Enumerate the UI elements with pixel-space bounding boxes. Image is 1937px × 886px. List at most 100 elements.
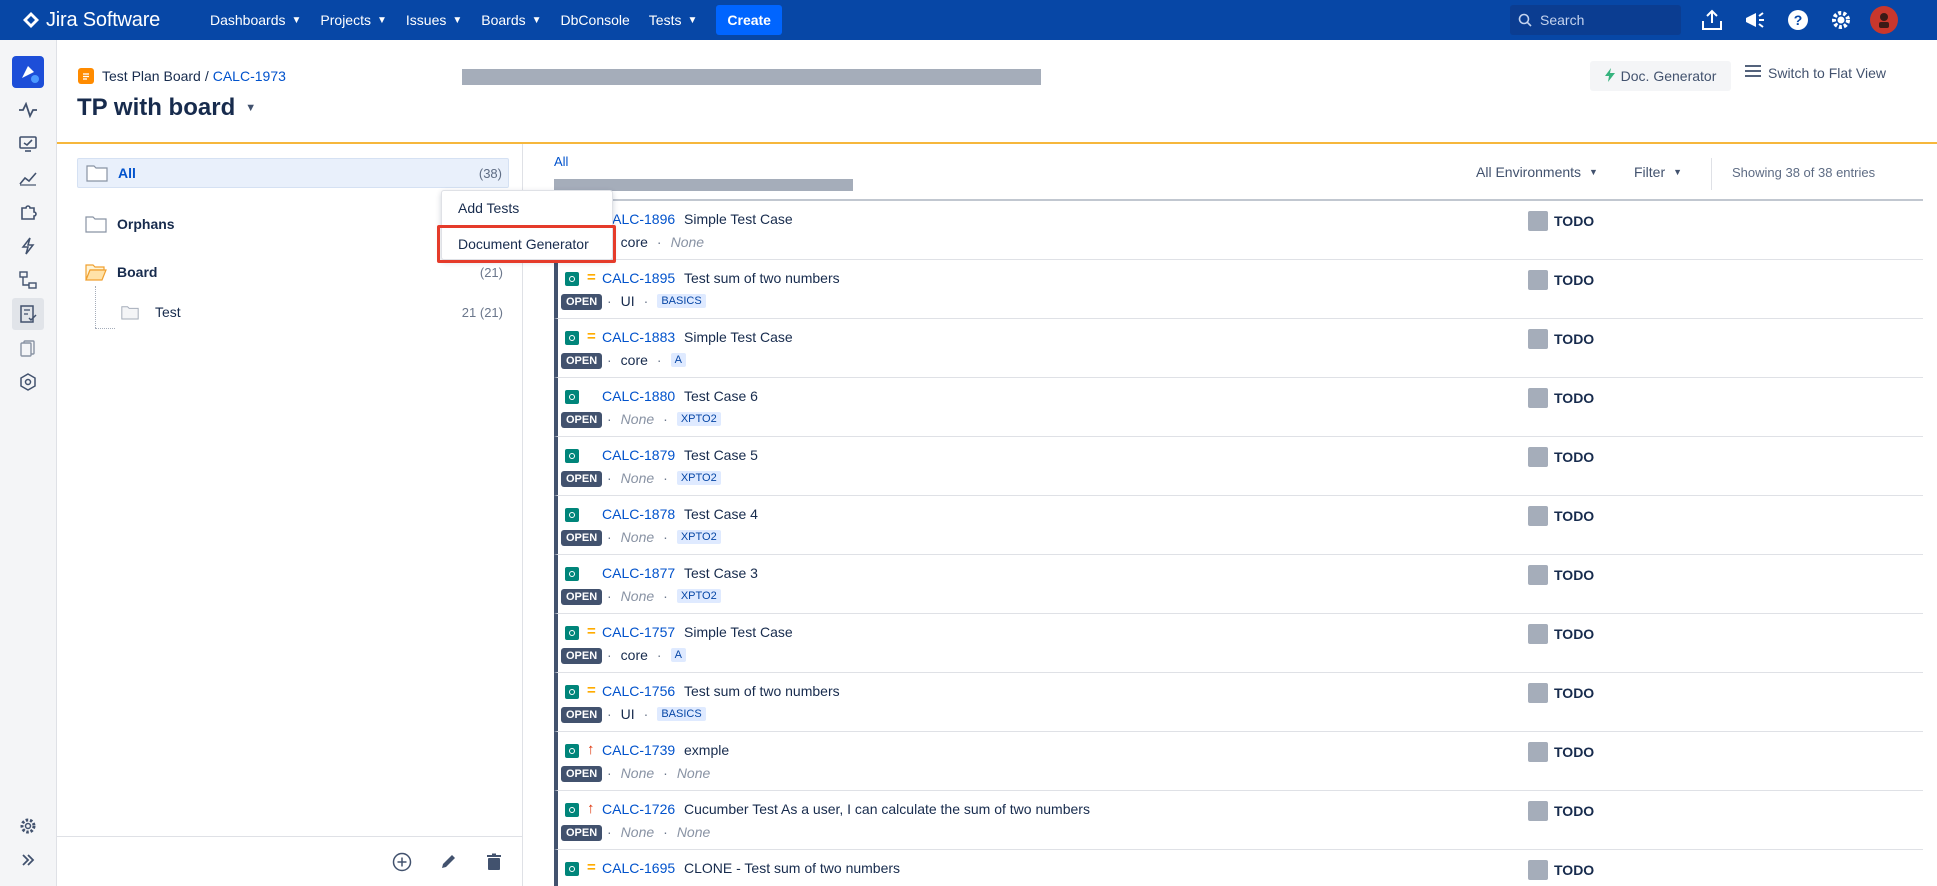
test-row[interactable]: CALC-1896Simple Test Case·core·NoneTODO: [554, 201, 1923, 260]
reports-chart-icon[interactable]: [12, 162, 44, 194]
scrollbar[interactable]: [1923, 144, 1937, 886]
test-row[interactable]: = CALC-1883 Simple Test Case OPEN · core · A TOD…: [554, 319, 1923, 378]
filter-dropdown[interactable]: Filter ▼: [1634, 164, 1682, 180]
title-dropdown-caret-icon[interactable]: ▼: [245, 102, 256, 114]
test-key[interactable]: CALC-1695: [602, 860, 675, 876]
test-key[interactable]: CALC-1756: [602, 683, 675, 699]
separator-dot: ·: [607, 824, 612, 840]
test-result-label: TODO: [1554, 567, 1595, 583]
entries-count: Showing 38 of 38 entries: [1732, 165, 1876, 180]
switch-flat-view-button[interactable]: Switch to Flat View: [1745, 64, 1886, 81]
edit-pencil-icon[interactable]: [437, 851, 459, 873]
test-key[interactable]: CALC-1757: [602, 624, 675, 640]
upload-icon[interactable]: [1698, 6, 1726, 34]
search-input[interactable]: Search: [1510, 5, 1681, 35]
page-title[interactable]: TP with board ▼: [77, 94, 256, 122]
create-button[interactable]: Create: [716, 5, 782, 35]
test-result-label: TODO: [1554, 508, 1595, 524]
test-row[interactable]: = CALC-1756 Test sum of two numbers OPEN · UI…: [554, 673, 1923, 732]
priority-medium-icon: =: [587, 623, 596, 640]
project-settings-gear-icon[interactable]: [12, 810, 44, 842]
test-row[interactable]: ↑ CALC-1726 Cucumber Test As a user, I can…: [554, 791, 1923, 850]
nav-tests[interactable]: Tests ▼: [649, 12, 698, 28]
test-key[interactable]: CALC-1880: [602, 388, 675, 404]
settings-gear-icon[interactable]: [1827, 6, 1855, 34]
test-plan-board-icon[interactable]: [12, 298, 44, 330]
add-folder-icon[interactable]: [391, 851, 413, 873]
test-row[interactable]: CALC-1879 Test Case 5 OPEN · None · XPTO2 TODO: [554, 437, 1923, 496]
nav-dashboards[interactable]: Dashboards ▼: [210, 12, 301, 28]
documents-stack-icon[interactable]: [12, 332, 44, 364]
separator-dot: ·: [607, 588, 612, 604]
components-puzzle-icon[interactable]: [12, 196, 44, 228]
nav-projects[interactable]: Projects ▼: [320, 12, 386, 28]
test-meta: · None · XPTO2: [607, 470, 721, 486]
apps-hexagon-icon[interactable]: [12, 366, 44, 398]
separator-dot: ·: [607, 765, 612, 781]
delete-trash-icon[interactable]: [483, 851, 505, 873]
primary-menu: Dashboards ▼ Projects ▼ Issues ▼ Boards ▼ Db…: [210, 5, 801, 35]
test-component: None: [620, 588, 655, 604]
chevron-down-icon: ▼: [1673, 167, 1683, 177]
activity-pulse-icon[interactable]: [12, 94, 44, 126]
breadcrumb-issue-key[interactable]: CALC-1973: [213, 68, 286, 84]
tab-all[interactable]: All: [554, 154, 568, 169]
nav-issues[interactable]: Issues ▼: [406, 12, 462, 28]
separator-dot: ·: [607, 647, 612, 663]
test-key[interactable]: CALC-1739: [602, 742, 675, 758]
test-component: UI: [620, 706, 635, 722]
jira-logo[interactable]: Jira Software: [20, 9, 210, 32]
nav-tests-label: Tests: [648, 12, 682, 28]
doc-generator-button[interactable]: Doc. Generator: [1590, 61, 1731, 91]
releases-lightning-icon[interactable]: [12, 230, 44, 262]
status-badge: OPEN: [561, 766, 603, 782]
test-row[interactable]: = CALC-1695 CLONE - Test sum of two number…: [554, 850, 1923, 886]
test-key[interactable]: CALC-1883: [602, 329, 675, 345]
test-key[interactable]: CALC-1878: [602, 506, 675, 522]
test-meta: · None · None: [607, 824, 710, 840]
test-result-label: TODO: [1554, 685, 1595, 701]
app-root: Jira Software Dashboards ▼ Projects ▼ Issu…: [0, 0, 1937, 886]
board-monitor-icon[interactable]: [12, 128, 44, 160]
test-component: None: [620, 529, 655, 545]
help-icon[interactable]: ?: [1784, 6, 1812, 34]
priority-medium-icon: =: [587, 269, 596, 286]
test-summary: Simple Test Case: [684, 624, 793, 640]
project-avatar-rocket-icon[interactable]: [12, 56, 44, 88]
test-row[interactable]: CALC-1878 Test Case 4 OPEN · None · XPTO2 TODO: [554, 496, 1923, 555]
test-key[interactable]: CALC-1895: [602, 270, 675, 286]
test-row[interactable]: CALC-1877 Test Case 3 OPEN · None · XPTO2 TODO: [554, 555, 1923, 614]
notifications-megaphone-icon[interactable]: [1741, 6, 1769, 34]
test-meta: · None · XPTO2: [607, 529, 721, 545]
test-row[interactable]: = CALC-1895 Test sum of two numbers OPEN · UI…: [554, 260, 1923, 319]
test-row[interactable]: = CALC-1757 Simple Test Case OPEN · core · A TOD…: [554, 614, 1923, 673]
breadcrumb-parent[interactable]: Test Plan Board: [102, 68, 201, 84]
test-repository-icon[interactable]: [12, 264, 44, 296]
folder-all[interactable]: All (38): [77, 158, 509, 188]
test-meta: · UI · BASICS: [607, 293, 706, 309]
test-summary: Test Case 3: [684, 565, 758, 581]
test-result: TODO: [1528, 801, 1594, 821]
expand-sidebar-chevrons-icon[interactable]: [12, 844, 44, 876]
test-meta: · core · A: [607, 352, 686, 368]
separator-dot: ·: [643, 293, 649, 309]
nav-dbconsole[interactable]: DbConsole: [561, 12, 630, 28]
test-meta: · core · A: [607, 647, 686, 663]
test-key[interactable]: CALC-1879: [602, 447, 675, 463]
environments-dropdown[interactable]: All Environments ▼: [1476, 164, 1598, 180]
nav-boards[interactable]: Boards ▼: [481, 12, 541, 28]
user-avatar[interactable]: [1870, 6, 1898, 34]
separator-dot: ·: [607, 293, 612, 309]
status-badge: OPEN: [561, 530, 603, 546]
chevron-down-icon: ▼: [452, 14, 463, 26]
test-row[interactable]: CALC-1880 Test Case 6 OPEN · None · XPTO2 TODO: [554, 378, 1923, 437]
test-meta: · None · None: [607, 765, 710, 781]
test-row[interactable]: ↑ CALC-1739 exmple OPEN · None · None TODO: [554, 732, 1923, 791]
test-summary: Simple Test Case: [684, 211, 793, 227]
status-badge: OPEN: [561, 648, 603, 664]
test-key[interactable]: CALC-1877: [602, 565, 675, 581]
test-component: None: [620, 824, 655, 840]
menu-add-tests[interactable]: Add Tests: [458, 200, 519, 216]
folder-test[interactable]: Test 21 (21): [121, 298, 509, 326]
test-key[interactable]: CALC-1726: [602, 801, 675, 817]
